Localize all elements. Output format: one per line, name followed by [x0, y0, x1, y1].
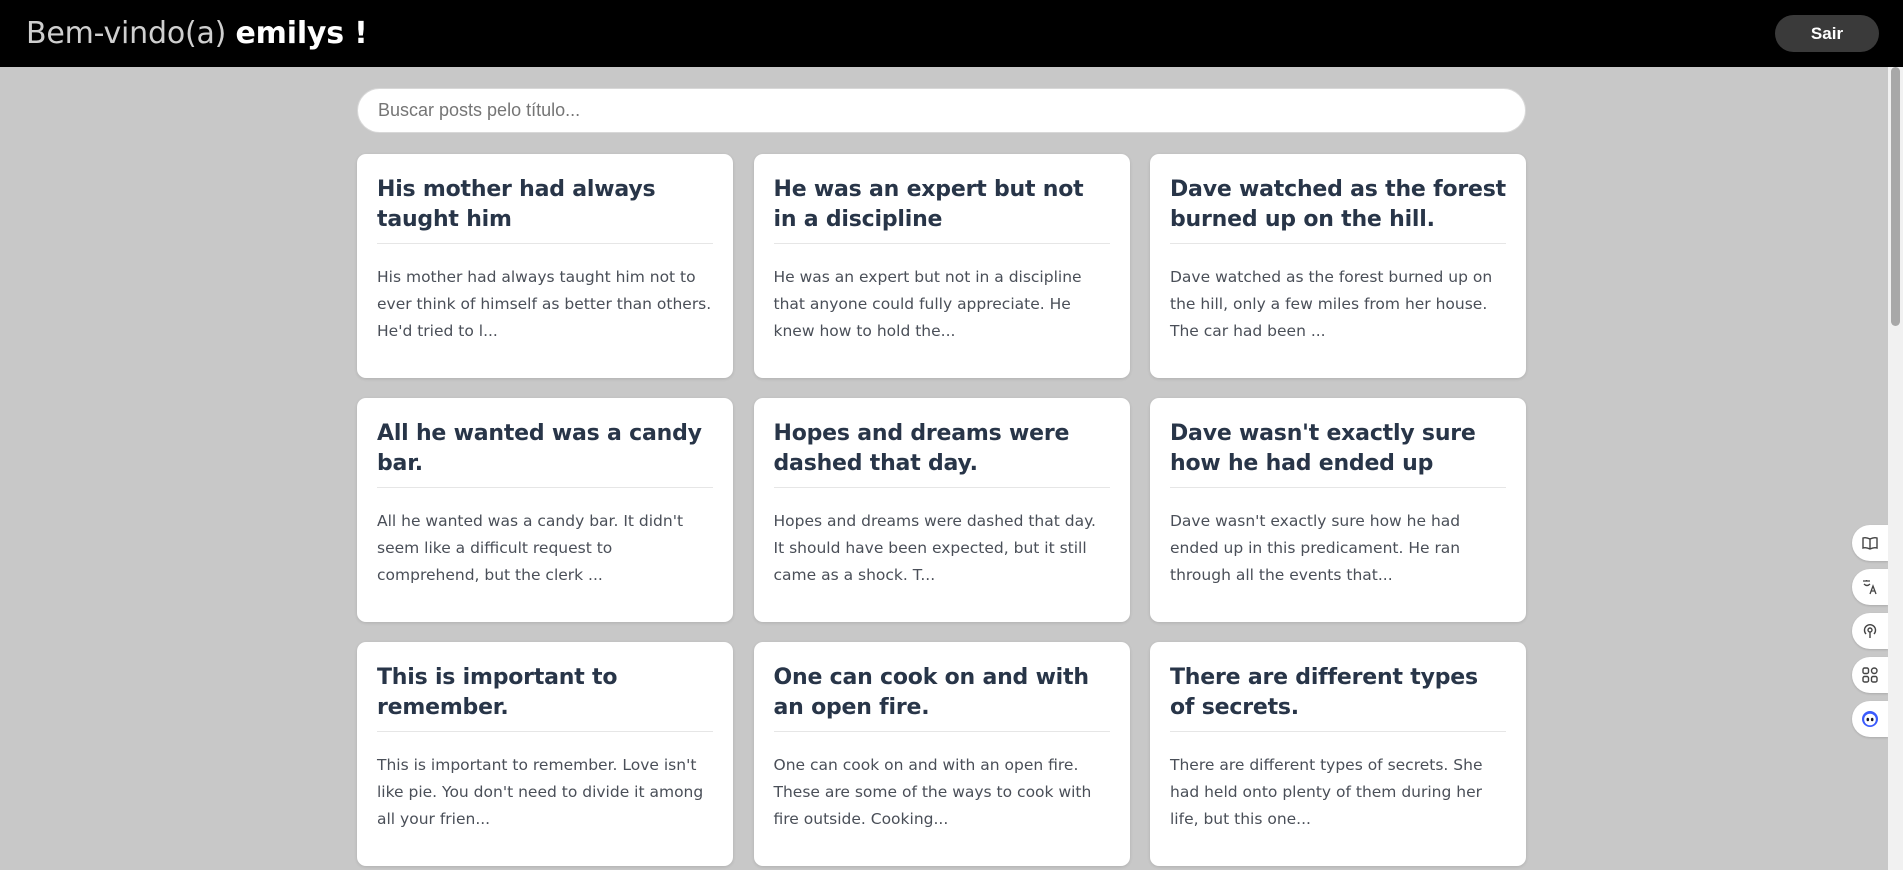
welcome-suffix: ! — [343, 16, 368, 51]
post-card[interactable]: Hopes and dreams were dashed that day. H… — [753, 398, 1130, 622]
post-card[interactable]: One can cook on and with an open fire. O… — [753, 642, 1130, 866]
post-title: One can cook on and with an open fire. — [773, 663, 1110, 732]
post-card[interactable]: This is important to remember. This is i… — [357, 642, 733, 866]
welcome-message: Bem-vindo(a) emilys ! — [26, 16, 368, 51]
post-title: He was an expert but not in a discipline — [773, 175, 1110, 244]
scrollbar-thumb[interactable] — [1891, 67, 1900, 326]
apps-icon[interactable] — [1852, 657, 1888, 693]
username: emilys — [235, 16, 345, 51]
post-excerpt: There are different types of secrets. Sh… — [1170, 756, 1483, 828]
podcast-icon[interactable] — [1852, 613, 1888, 649]
book-icon[interactable] — [1852, 525, 1888, 561]
post-excerpt: One can cook on and with an open fire. T… — [773, 756, 1092, 828]
post-title: This is important to remember. — [377, 663, 713, 732]
assistant-icon[interactable] — [1852, 701, 1888, 737]
post-title: His mother had always taught him — [377, 175, 713, 244]
post-title: Dave watched as the forest burned up on … — [1170, 175, 1506, 244]
logout-button[interactable]: Sair — [1775, 15, 1879, 52]
translate-icon[interactable] — [1852, 569, 1888, 605]
post-excerpt: He was an expert but not in a discipline… — [773, 268, 1082, 340]
post-card[interactable]: His mother had always taught him His mot… — [357, 154, 733, 378]
post-title: All he wanted was a candy bar. — [377, 419, 713, 488]
post-card[interactable]: Dave wasn't exactly sure how he had ende… — [1150, 398, 1526, 622]
welcome-prefix: Bem-vindo(a) — [26, 16, 227, 51]
post-title: There are different types of secrets. — [1170, 663, 1506, 732]
post-excerpt: Dave watched as the forest burned up on … — [1170, 268, 1493, 340]
post-excerpt: All he wanted was a candy bar. It didn't… — [377, 512, 684, 584]
post-excerpt: His mother had always taught him not to … — [377, 268, 712, 340]
top-header: Bem-vindo(a) emilys ! Sair — [0, 0, 1903, 67]
post-card[interactable]: Dave watched as the forest burned up on … — [1150, 154, 1526, 378]
post-title: Hopes and dreams were dashed that day. — [773, 419, 1110, 488]
post-excerpt: This is important to remember. Love isn'… — [377, 756, 704, 828]
post-excerpt: Hopes and dreams were dashed that day. I… — [773, 512, 1097, 584]
posts-grid: His mother had always taught him His mot… — [357, 154, 1526, 866]
search-input[interactable] — [357, 88, 1526, 133]
post-card[interactable]: All he wanted was a candy bar. All he wa… — [357, 398, 733, 622]
side-toolbar — [1852, 525, 1888, 737]
post-card[interactable]: There are different types of secrets. Th… — [1150, 642, 1526, 866]
post-title: Dave wasn't exactly sure how he had ende… — [1170, 419, 1506, 488]
scrollbar[interactable] — [1888, 67, 1903, 870]
post-excerpt: Dave wasn't exactly sure how he had ende… — [1170, 512, 1461, 584]
post-card[interactable]: He was an expert but not in a discipline… — [753, 154, 1130, 378]
